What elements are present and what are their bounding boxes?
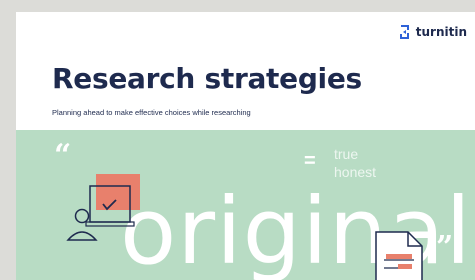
brand-name: turnitin xyxy=(415,25,467,39)
card: turnitin Research strategies Planning ah… xyxy=(16,12,475,280)
document-icon xyxy=(375,231,423,280)
word-true: true xyxy=(334,146,359,162)
brand[interactable]: turnitin xyxy=(398,24,467,40)
hero-banner: “ = true honest original ” xyxy=(16,130,475,280)
close-quote-mark: ” xyxy=(436,230,454,265)
equals-sign: = xyxy=(304,150,316,172)
turnitin-logo-icon xyxy=(399,25,409,39)
user-at-screen-icon xyxy=(66,174,140,241)
page-subtitle: Planning ahead to make effective choices… xyxy=(52,108,251,117)
open-quote-mark: “ xyxy=(54,138,72,173)
page-title: Research strategies xyxy=(52,62,362,95)
